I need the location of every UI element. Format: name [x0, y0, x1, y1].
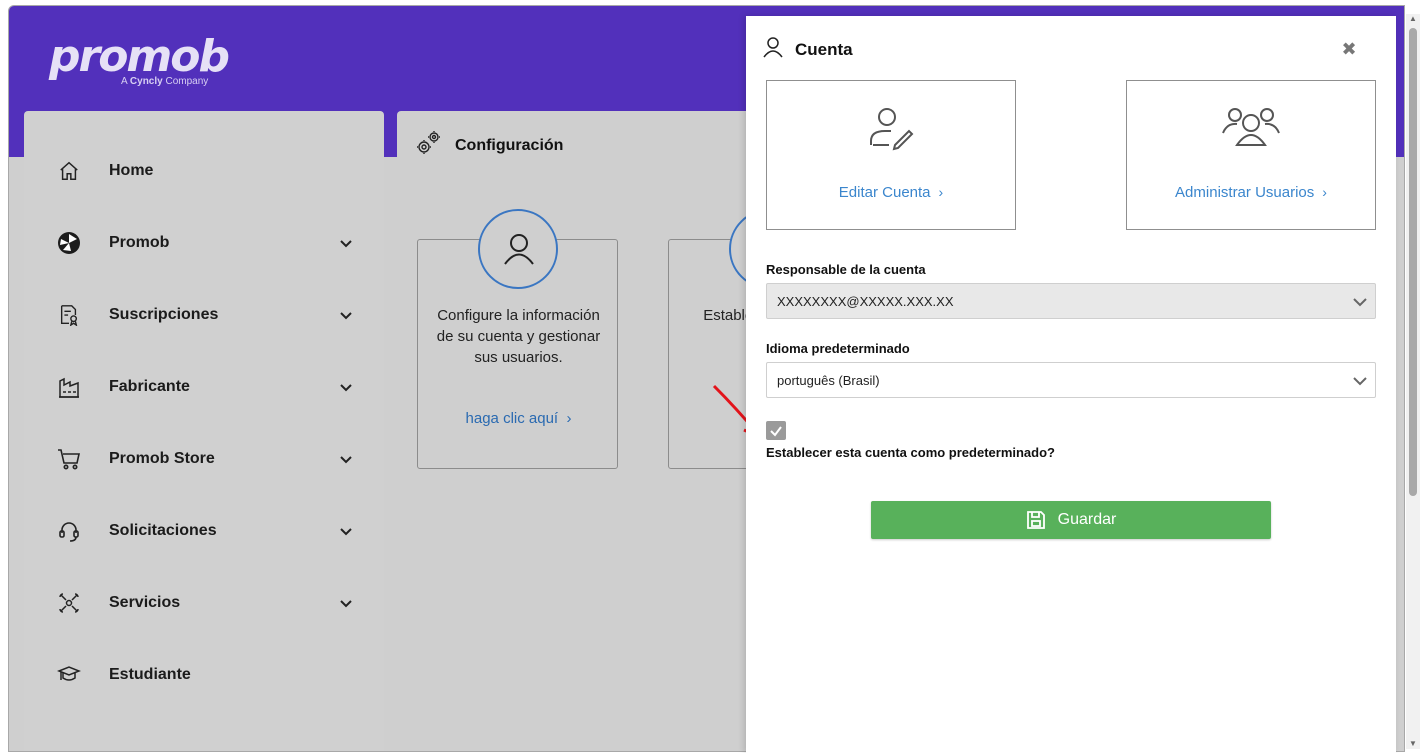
manage-users-card[interactable]: Administrar Usuarios ›	[1126, 80, 1376, 230]
sidebar-item-solicitaciones[interactable]: Solicitaciones	[24, 501, 384, 561]
sidebar-item-promob-store[interactable]: Promob Store	[24, 429, 384, 489]
manage-users-link[interactable]: Administrar Usuarios ›	[1127, 184, 1375, 201]
chevron-down-icon	[340, 456, 352, 464]
panel-title: Cuenta	[795, 40, 853, 59]
sidebar-item-label: Fabricante	[109, 378, 190, 395]
sidebar-item-label: Promob	[109, 234, 170, 251]
gears-icon	[415, 129, 443, 162]
chevron-down-icon	[340, 528, 352, 536]
edit-account-card[interactable]: Editar Cuenta ›	[766, 80, 1016, 230]
user-icon	[762, 36, 784, 63]
page-title: Configuración	[455, 137, 564, 154]
sidebar-item-label: Home	[109, 162, 154, 179]
graduation-cap-icon	[56, 662, 82, 688]
logo-wordmark: promob	[49, 31, 230, 82]
tools-icon	[56, 590, 82, 616]
owner-value: XXXXXXXX@XXXXX.XXX.XX	[777, 293, 954, 309]
save-label: Guardar	[1057, 511, 1117, 528]
language-label: Idioma predeterminado	[766, 341, 910, 356]
checkmark-icon	[770, 425, 782, 437]
scroll-up-arrow-icon[interactable]: ▲	[1408, 14, 1418, 24]
save-button[interactable]: Guardar	[871, 501, 1271, 539]
chevron-down-icon	[340, 240, 352, 248]
owner-label: Responsable de la cuenta	[766, 262, 926, 277]
users-group-icon	[1127, 103, 1375, 155]
home-icon	[56, 158, 82, 184]
promob-logo-icon	[56, 230, 82, 256]
sidebar-item-estudiante[interactable]: Estudiante	[24, 645, 384, 705]
cart-icon	[56, 446, 82, 472]
factory-icon	[56, 374, 82, 400]
close-icon[interactable]: ✖	[1340, 40, 1358, 58]
subscription-doc-icon	[56, 302, 82, 328]
sidebar-item-label: Servicios	[109, 594, 181, 611]
sidebar-item-servicios[interactable]: Servicios	[24, 573, 384, 633]
chevron-down-icon	[340, 384, 352, 392]
account-panel: Cuenta ✖ Editar Cuenta › Administrar Usua…	[746, 16, 1396, 753]
sidebar-item-fabricante[interactable]: Fabricante	[24, 357, 384, 417]
edit-account-link[interactable]: Editar Cuenta ›	[767, 184, 1015, 201]
default-account-checkbox[interactable]	[766, 421, 786, 440]
page-scrollbar[interactable]: ▲ ▼	[1406, 14, 1420, 749]
promob-logo[interactable]: promob A Cyncly Company	[49, 31, 230, 88]
chevron-down-icon	[340, 312, 352, 320]
chevron-down-icon	[340, 600, 352, 608]
tile-description: Configure la información de su cuenta y …	[436, 307, 601, 366]
headset-icon	[56, 518, 82, 544]
sidebar-item-label: Suscripciones	[109, 306, 219, 323]
scroll-down-arrow-icon[interactable]: ▼	[1408, 739, 1418, 749]
user-edit-icon	[767, 103, 1015, 155]
sidebar-item-label: Solicitaciones	[109, 522, 217, 539]
language-select[interactable]: português (Brasil)	[766, 362, 1376, 398]
chevron-down-icon	[1353, 377, 1367, 386]
owner-select[interactable]: XXXXXXXX@XXXXX.XXX.XX	[766, 283, 1376, 319]
sidebar-item-home[interactable]: Home	[24, 141, 384, 201]
tile-avatar-circle	[478, 209, 558, 289]
sidebar-item-promob[interactable]: Promob	[24, 213, 384, 273]
floppy-disk-icon	[1026, 511, 1045, 529]
sidebar-item-suscripciones[interactable]: Suscripciones	[24, 285, 384, 345]
sidebar: Home Promob Suscripciones Fabricante Pro…	[24, 111, 384, 751]
user-icon	[504, 234, 534, 265]
sidebar-item-label: Estudiante	[109, 666, 191, 683]
scroll-thumb[interactable]	[1409, 28, 1417, 496]
language-value: português (Brasil)	[777, 372, 880, 388]
chevron-down-icon	[1353, 298, 1367, 307]
sidebar-item-label: Promob Store	[109, 450, 215, 467]
default-account-label: Establecer esta cuenta como predetermina…	[766, 445, 1055, 460]
tile-link[interactable]: haga clic aquí ›	[418, 410, 619, 427]
